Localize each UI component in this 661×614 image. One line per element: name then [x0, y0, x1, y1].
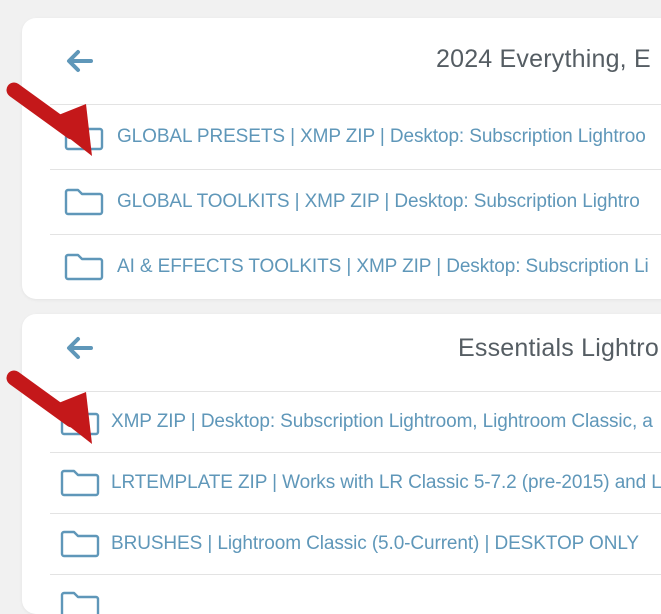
folder-label: AI & EFFECTS TOOLKITS | XMP ZIP | Deskto…	[117, 256, 649, 277]
folder-label: LRTEMPLATE ZIP | Works with LR Classic 5…	[111, 472, 661, 493]
folder-item[interactable]: XMP ZIP | Desktop: Subscription Lightroo…	[50, 392, 661, 453]
panel-header: Essentials Lightro	[22, 314, 661, 391]
back-button[interactable]	[62, 44, 96, 78]
folder-icon	[60, 469, 100, 497]
folder-label: XMP ZIP | Desktop: Subscription Lightroo…	[111, 411, 653, 432]
folder-label: GLOBAL TOOLKITS | XMP ZIP | Desktop: Sub…	[117, 191, 640, 212]
folder-label: BRUSHES | Lightroom Classic (5.0-Current…	[111, 533, 639, 554]
page-title: Essentials Lightro	[458, 334, 659, 362]
folder-icon	[64, 253, 104, 281]
folder-panel-1: 2024 Everything, E GLOBAL PRESETS | XMP …	[22, 18, 661, 299]
panel-header: 2024 Everything, E	[22, 18, 661, 104]
folder-icon	[60, 530, 100, 558]
folder-item[interactable]: BRUSHES | Lightroom Classic (5.0-Current…	[50, 514, 661, 575]
folder-item[interactable]: GLOBAL PRESETS | XMP ZIP | Desktop: Subs…	[50, 105, 661, 170]
folder-item[interactable]: GLOBAL TOOLKITS | XMP ZIP | Desktop: Sub…	[50, 170, 661, 235]
arrow-left-icon	[67, 50, 93, 72]
page-title: 2024 Everything, E	[436, 45, 651, 73]
back-button[interactable]	[62, 331, 96, 365]
folder-list: GLOBAL PRESETS | XMP ZIP | Desktop: Subs…	[50, 104, 661, 299]
folder-item[interactable]: LRTEMPLATE ZIP | Works with LR Classic 5…	[50, 453, 661, 514]
folder-list: XMP ZIP | Desktop: Subscription Lightroo…	[50, 391, 661, 614]
folder-icon	[60, 591, 100, 614]
folder-item[interactable]: AI & EFFECTS TOOLKITS | XMP ZIP | Deskto…	[50, 235, 661, 299]
folder-item[interactable]	[50, 575, 661, 614]
folder-icon	[64, 123, 104, 151]
folder-panel-2: Essentials Lightro XMP ZIP | Desktop: Su…	[22, 314, 661, 614]
folder-icon	[60, 408, 100, 436]
folder-icon	[64, 188, 104, 216]
arrow-left-icon	[67, 337, 93, 359]
folder-label: GLOBAL PRESETS | XMP ZIP | Desktop: Subs…	[117, 126, 646, 147]
